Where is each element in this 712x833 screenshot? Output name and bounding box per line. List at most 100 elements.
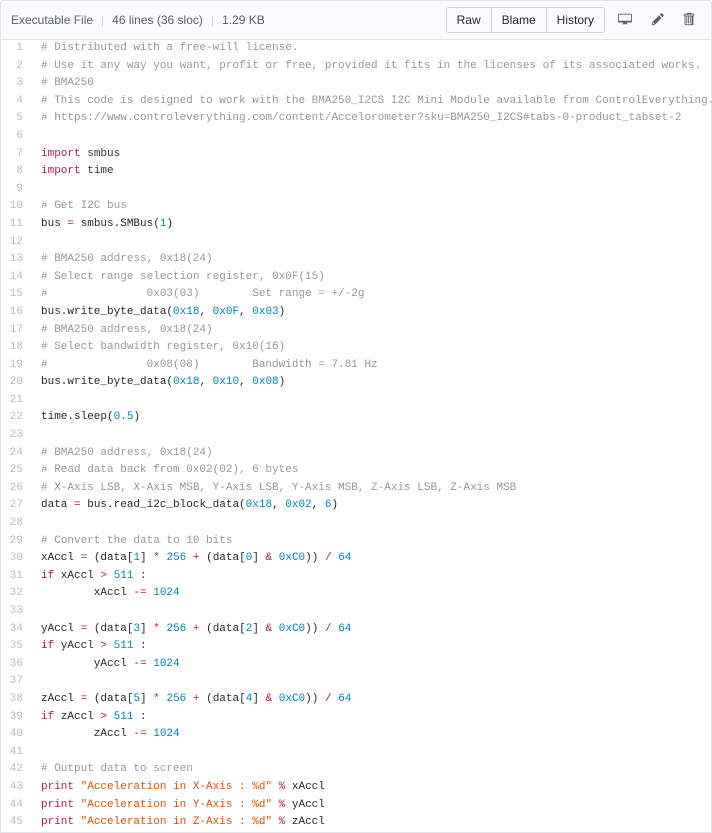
line-number[interactable]: 30 [1,550,33,568]
line-number[interactable]: 14 [1,269,33,287]
code-line: 43print "Acceleration in X-Axis : %d" % … [1,779,712,797]
line-content: if xAccl > 511 : [33,568,712,586]
code-line: 3# BMA250 [1,75,712,93]
line-number[interactable]: 43 [1,779,33,797]
code-line: 13# BMA250 address, 0x18(24) [1,251,712,269]
line-number[interactable]: 18 [1,339,33,357]
line-number[interactable]: 7 [1,146,33,164]
code-line: 42# Output data to screen [1,761,712,779]
line-content: yAccl = (data[3] * 256 + (data[2] & 0xC0… [33,621,712,639]
code-line: 18# Select bandwidth register, 0x10(16) [1,339,712,357]
line-number[interactable]: 24 [1,445,33,463]
line-number[interactable]: 10 [1,198,33,216]
executable-label: Executable File [11,13,93,27]
divider: | [101,13,104,27]
blame-button[interactable]: Blame [491,7,547,33]
line-number[interactable]: 22 [1,409,33,427]
line-number[interactable]: 5 [1,110,33,128]
line-number[interactable]: 35 [1,638,33,656]
line-number[interactable]: 23 [1,427,33,445]
edit-button[interactable] [645,9,671,32]
line-content [33,744,712,762]
code-line: 12 [1,234,712,252]
code-line: 39if zAccl > 511 : [1,709,712,727]
line-number[interactable]: 28 [1,515,33,533]
line-number[interactable]: 25 [1,462,33,480]
line-number[interactable]: 36 [1,656,33,674]
line-number[interactable]: 26 [1,480,33,498]
line-number[interactable]: 21 [1,392,33,410]
line-number[interactable]: 31 [1,568,33,586]
line-content [33,234,712,252]
line-number[interactable]: 6 [1,128,33,146]
code-line: 16bus.write_byte_data(0x18, 0x0F, 0x03) [1,304,712,322]
line-number[interactable]: 20 [1,374,33,392]
line-content: time.sleep(0.5) [33,409,712,427]
line-content: # Use it any way you want, profit or fre… [33,58,712,76]
code-line: 17# BMA250 address, 0x18(24) [1,322,712,340]
line-number[interactable]: 12 [1,234,33,252]
line-number[interactable]: 40 [1,726,33,744]
code-line: 22time.sleep(0.5) [1,409,712,427]
line-number[interactable]: 9 [1,181,33,199]
desktop-icon [617,12,633,29]
size-label: 1.29 KB [222,13,265,27]
line-number[interactable]: 11 [1,216,33,234]
line-number[interactable]: 27 [1,497,33,515]
line-number[interactable]: 17 [1,322,33,340]
code-line: 15# 0x03(03) Set range = +/-2g [1,286,712,304]
code-line: 28 [1,515,712,533]
history-button[interactable]: History [546,7,605,33]
line-number[interactable]: 37 [1,673,33,691]
desktop-button[interactable] [611,9,639,32]
code-line: 7import smbus [1,146,712,164]
code-line: 19# 0x08(08) Bandwidth = 7.81 Hz [1,357,712,375]
line-number[interactable]: 45 [1,814,33,832]
raw-button[interactable]: Raw [446,7,492,33]
line-number[interactable]: 44 [1,797,33,815]
code-line: 31if xAccl > 511 : [1,568,712,586]
line-number[interactable]: 1 [1,40,33,58]
code-line: 14# Select range selection register, 0x0… [1,269,712,287]
line-number[interactable]: 16 [1,304,33,322]
line-number[interactable]: 32 [1,585,33,603]
line-number[interactable]: 39 [1,709,33,727]
line-number[interactable]: 19 [1,357,33,375]
file-info: Executable File | 46 lines (36 sloc) | 1… [11,13,265,27]
code-line: 5# https://www.controleverything.com/con… [1,110,712,128]
line-content [33,392,712,410]
line-content [33,515,712,533]
line-number[interactable]: 13 [1,251,33,269]
line-content: # BMA250 [33,75,712,93]
line-content [33,603,712,621]
line-content: # BMA250 address, 0x18(24) [33,251,712,269]
line-content: # BMA250 address, 0x18(24) [33,322,712,340]
line-number[interactable]: 2 [1,58,33,76]
line-number[interactable]: 41 [1,744,33,762]
line-number[interactable]: 8 [1,163,33,181]
line-number[interactable]: 4 [1,93,33,111]
line-number[interactable]: 3 [1,75,33,93]
line-number[interactable]: 42 [1,761,33,779]
code-line: 40 zAccl -= 1024 [1,726,712,744]
delete-button[interactable] [677,9,701,32]
line-number[interactable]: 34 [1,621,33,639]
code-line: 36 yAccl -= 1024 [1,656,712,674]
line-content: # Select range selection register, 0x0F(… [33,269,712,287]
code-line: 33 [1,603,712,621]
line-content [33,427,712,445]
line-content: # Output data to screen [33,761,712,779]
pencil-icon [651,12,665,29]
code-line: 29# Convert the data to 10 bits [1,533,712,551]
line-number[interactable]: 38 [1,691,33,709]
file-actions: Raw Blame History [446,7,701,33]
line-number[interactable]: 29 [1,533,33,551]
code-line: 26# X-Axis LSB, X-Axis MSB, Y-Axis LSB, … [1,480,712,498]
line-content: zAccl -= 1024 [33,726,712,744]
code-line: 23 [1,427,712,445]
line-content: bus.write_byte_data(0x18, 0x10, 0x08) [33,374,712,392]
line-content: print "Acceleration in X-Axis : %d" % xA… [33,779,712,797]
line-number[interactable]: 15 [1,286,33,304]
line-number[interactable]: 33 [1,603,33,621]
code-line: 38zAccl = (data[5] * 256 + (data[4] & 0x… [1,691,712,709]
